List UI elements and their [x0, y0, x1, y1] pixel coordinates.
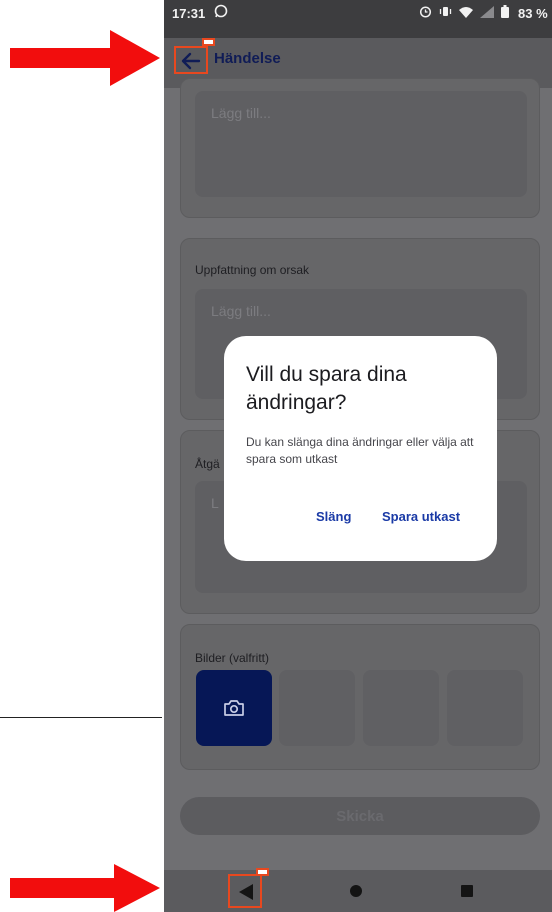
annotation-arrow-top: [10, 30, 160, 86]
cause-placeholder: Lägg till...: [211, 303, 271, 319]
battery-icon: [501, 5, 509, 21]
description-placeholder: Lägg till...: [211, 105, 271, 121]
dialog-message: Du kan slänga dina ändringar eller välja…: [246, 435, 474, 466]
image-slot[interactable]: [279, 670, 355, 746]
wifi-icon: [459, 6, 473, 21]
annotation-line: [0, 717, 162, 718]
status-bar: 17:31 83 %: [164, 0, 552, 38]
annotated-screenshot: 17:31 83 % Händelse Lägg till... Uppfatt…: [0, 0, 552, 912]
triangle-back-icon: [239, 884, 253, 900]
whatsapp-icon: [214, 4, 228, 21]
action-placeholder: L: [211, 495, 219, 511]
status-icons: 83 %: [419, 5, 548, 21]
image-slot[interactable]: [363, 670, 439, 746]
description-input[interactable]: Lägg till...: [195, 91, 527, 197]
back-button[interactable]: [174, 46, 208, 74]
status-time: 17:31: [172, 6, 206, 21]
signal-icon: [480, 5, 494, 21]
form-card-description: Lägg till...: [180, 78, 540, 218]
send-button[interactable]: Skicka: [180, 797, 540, 835]
square-recent-icon[interactable]: [461, 885, 473, 897]
dialog-title: Vill du spara dina ändringar?: [246, 363, 407, 414]
battery-percent: 83 %: [518, 5, 548, 21]
arrow-left-icon: [181, 52, 201, 70]
discard-button[interactable]: Släng: [316, 509, 351, 524]
image-slot[interactable]: [447, 670, 523, 746]
camera-icon: [224, 700, 244, 716]
nav-back-button[interactable]: [228, 874, 262, 908]
system-nav-bar: [164, 870, 552, 912]
save-draft-button[interactable]: Spara utkast: [382, 509, 460, 524]
cause-label: Uppfattning om orsak: [195, 263, 310, 277]
click-marker-top: [202, 38, 215, 46]
action-label: Åtgä: [195, 457, 220, 471]
add-photo-button[interactable]: [196, 670, 272, 746]
vibrate-icon: [439, 5, 452, 21]
save-changes-dialog: Vill du spara dina ändringar? Du kan slä…: [224, 336, 497, 561]
page-title: Händelse: [214, 50, 281, 67]
circle-home-icon[interactable]: [350, 885, 362, 897]
images-label: Bilder (valfritt): [195, 651, 270, 665]
click-marker-bottom: [256, 868, 269, 876]
phone-screen: 17:31 83 % Händelse Lägg till... Uppfatt…: [164, 0, 552, 912]
alarm-icon: [419, 5, 432, 21]
annotation-arrow-bottom: [10, 864, 160, 912]
